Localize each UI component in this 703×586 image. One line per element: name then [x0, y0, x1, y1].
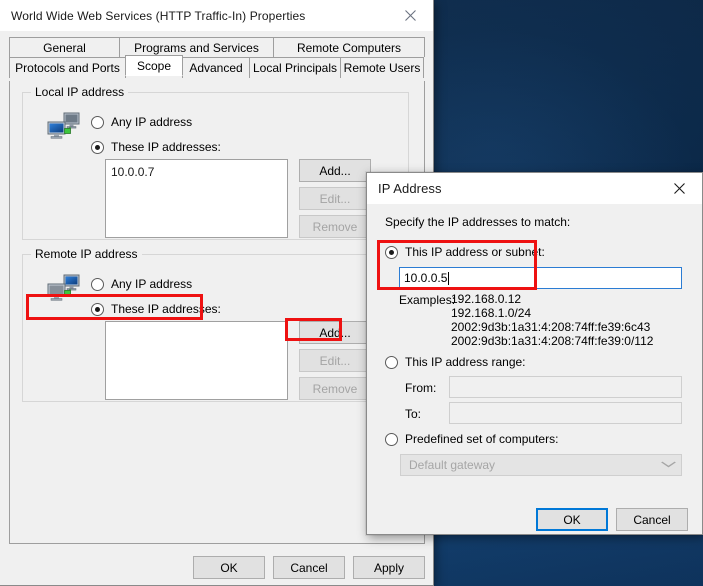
- ip-ok-button-label: OK: [563, 512, 581, 527]
- tab-general-label: General: [43, 40, 86, 55]
- tab-local-principals[interactable]: Local Principals: [249, 57, 341, 78]
- close-icon[interactable]: [388, 1, 433, 31]
- ip-cancel-button[interactable]: Cancel: [616, 508, 688, 531]
- predefined-set-selected-value: Default gateway: [409, 458, 496, 472]
- local-remove-button-label: Remove: [312, 219, 358, 234]
- remote-network-icon: [46, 273, 82, 303]
- remote-any-ip-radio-mark: [91, 277, 104, 291]
- tab-remote-computers[interactable]: Remote Computers: [273, 37, 425, 57]
- subnet-input-value: 10.0.0.5: [404, 271, 448, 285]
- ip-cancel-button-label: Cancel: [633, 512, 671, 527]
- remote-these-ip-addresses-radio[interactable]: These IP addresses:: [91, 302, 221, 316]
- subnet-radio-mark: [385, 245, 398, 259]
- tab-row-top: General Programs and Services Remote Com…: [9, 37, 425, 57]
- to-input[interactable]: [449, 402, 682, 424]
- main-apply-button[interactable]: Apply: [353, 556, 425, 579]
- tab-advanced-label: Advanced: [189, 61, 243, 75]
- to-label: To:: [405, 407, 422, 421]
- subnet-radio[interactable]: This IP address or subnet:: [385, 245, 545, 259]
- remote-these-ip-addresses-label: These IP addresses:: [111, 302, 221, 316]
- remote-these-ip-radio-mark: [91, 302, 104, 316]
- scope-tab-panel: Local IP address Any IP address These IP…: [9, 81, 425, 544]
- remote-ip-address-group: Remote IP address Any IP address These I…: [22, 247, 409, 402]
- main-cancel-button-label: Cancel: [290, 560, 328, 575]
- ip-dialog-title: IP Address: [378, 181, 442, 196]
- predefined-set-dropdown[interactable]: Default gateway: [400, 454, 682, 476]
- remote-edit-button: Edit...: [299, 349, 371, 372]
- list-item[interactable]: 10.0.0.7: [111, 164, 282, 180]
- local-any-ip-address-label: Any IP address: [111, 115, 193, 129]
- ip-ok-button[interactable]: OK: [536, 508, 608, 531]
- local-remove-button: Remove: [299, 215, 371, 238]
- local-these-ip-radio-mark: [91, 140, 104, 154]
- chevron-down-icon: [660, 460, 677, 471]
- ip-address-dialog: IP Address Specify the IP addresses to m…: [366, 172, 703, 535]
- tab-remote-computers-label: Remote Computers: [296, 40, 402, 55]
- ip-dialog-titlebar[interactable]: IP Address: [367, 173, 702, 204]
- remote-edit-button-label: Edit...: [319, 353, 351, 368]
- tab-programs-and-services-label: Programs and Services: [134, 40, 259, 55]
- ip-range-radio-mark: [385, 355, 398, 369]
- subnet-radio-label: This IP address or subnet:: [405, 245, 545, 259]
- local-these-ip-addresses-radio[interactable]: These IP addresses:: [91, 140, 221, 154]
- predefined-set-radio[interactable]: Predefined set of computers:: [385, 432, 558, 446]
- local-these-ip-addresses-label: These IP addresses:: [111, 140, 221, 154]
- example-3: 2002:9d3b:1a31:4:208:74ff:fe39:6c43: [451, 320, 651, 334]
- local-any-ip-address-radio[interactable]: Any IP address: [91, 115, 192, 129]
- main-dialog-titlebar[interactable]: World Wide Web Services (HTTP Traffic-In…: [0, 0, 433, 31]
- local-edit-button: Edit...: [299, 187, 371, 210]
- local-network-icon: [46, 111, 82, 141]
- tab-remote-users[interactable]: Remote Users: [340, 57, 424, 78]
- remote-remove-button: Remove: [299, 377, 371, 400]
- tab-general[interactable]: General: [9, 37, 120, 57]
- tabstrip: General Programs and Services Remote Com…: [9, 37, 425, 78]
- tab-scope[interactable]: Scope: [125, 55, 183, 76]
- remote-ip-address-group-label: Remote IP address: [31, 247, 142, 261]
- remote-any-ip-address-label: Any IP address: [111, 277, 193, 291]
- local-ip-address-group: Local IP address Any IP address These IP…: [22, 85, 409, 240]
- remote-add-button[interactable]: Add...: [299, 321, 371, 344]
- main-cancel-button[interactable]: Cancel: [273, 556, 345, 579]
- ip-range-radio-label: This IP address range:: [405, 355, 526, 369]
- local-add-button[interactable]: Add...: [299, 159, 371, 182]
- local-edit-button-label: Edit...: [319, 191, 351, 206]
- main-ok-button[interactable]: OK: [193, 556, 265, 579]
- predefined-set-radio-label: Predefined set of computers:: [405, 432, 559, 446]
- text-caret: [448, 271, 450, 285]
- predefined-set-radio-mark: [385, 432, 398, 446]
- tab-advanced[interactable]: Advanced: [182, 57, 250, 78]
- from-label: From:: [405, 381, 437, 395]
- example-4: 2002:9d3b:1a31:4:208:74ff:fe39:0/112: [451, 334, 654, 348]
- local-ip-address-group-label: Local IP address: [31, 85, 129, 99]
- remote-ip-address-listbox[interactable]: [105, 321, 288, 400]
- close-icon[interactable]: [657, 174, 702, 204]
- tab-scope-label: Scope: [136, 58, 172, 73]
- main-dialog-title: World Wide Web Services (HTTP Traffic-In…: [11, 8, 306, 23]
- ip-range-radio[interactable]: This IP address range:: [385, 355, 526, 369]
- remote-remove-button-label: Remove: [312, 381, 358, 396]
- examples-label: Examples:: [399, 293, 456, 307]
- tab-remote-users-label: Remote Users: [343, 61, 421, 75]
- tab-programs-and-services[interactable]: Programs and Services: [119, 37, 274, 57]
- example-2: 192.168.1.0/24: [451, 306, 532, 320]
- from-input[interactable]: [449, 376, 682, 398]
- ip-dialog-instruction: Specify the IP addresses to match:: [385, 215, 571, 229]
- remote-any-ip-address-radio[interactable]: Any IP address: [91, 277, 192, 291]
- local-any-ip-radio-mark: [91, 115, 104, 129]
- local-add-button-label: Add...: [319, 163, 351, 178]
- tab-protocols-and-ports[interactable]: Protocols and Ports: [9, 57, 126, 78]
- example-1: 192.168.0.12: [451, 292, 522, 306]
- subnet-input[interactable]: 10.0.0.5: [399, 267, 682, 289]
- tab-row-bottom: Protocols and Ports Scope Advanced Local…: [9, 55, 425, 78]
- main-apply-button-label: Apply: [373, 560, 405, 575]
- remote-add-button-label: Add...: [319, 325, 351, 340]
- tab-local-principals-label: Local Principals: [252, 61, 338, 75]
- tab-protocols-and-ports-label: Protocols and Ports: [15, 61, 120, 75]
- local-ip-address-listbox[interactable]: 10.0.0.7: [105, 159, 288, 238]
- main-ok-button-label: OK: [220, 560, 238, 575]
